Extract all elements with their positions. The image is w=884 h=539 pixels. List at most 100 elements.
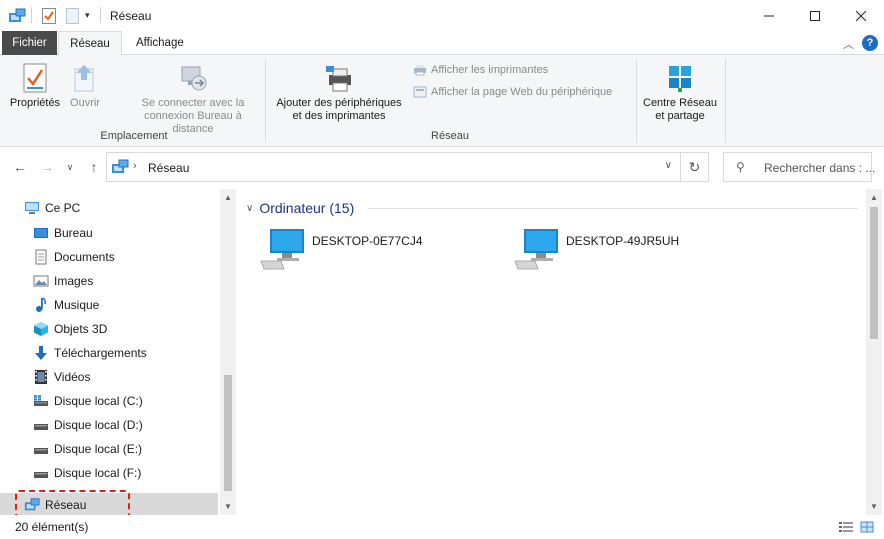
open-label: Ouvrir [70, 97, 100, 109]
group-label-network: Réseau [431, 130, 469, 142]
network-icon [111, 159, 129, 178]
videos-icon [33, 369, 49, 385]
tab-file[interactable]: Fichier [2, 31, 57, 55]
sidebar-item-label: Disque local (C:) [54, 394, 143, 408]
address-dropdown-icon[interactable]: ∨ [665, 160, 672, 171]
sidebar-item-3d-objects[interactable]: Objets 3D [0, 317, 218, 341]
properties-button[interactable]: Propriétés [6, 63, 64, 110]
refresh-button[interactable]: ↻ [681, 152, 709, 182]
drive-c-icon [33, 393, 49, 409]
forward-arrow-icon[interactable]: → [38, 159, 56, 175]
minimize-icon [764, 15, 774, 16]
open-button[interactable]: Ouvrir [66, 63, 104, 110]
downloads-icon [33, 345, 49, 361]
computer-name: DESKTOP-0E77CJ4 [312, 234, 423, 248]
sidebar-item-label: Réseau [45, 498, 87, 512]
new-folder-qa-icon[interactable] [66, 8, 79, 27]
file-list: ∨ Ordinateur (15) DESKTOP-0E77CJ4 DESKTO… [236, 189, 866, 515]
sidebar-item-downloads[interactable]: Téléchargements [0, 341, 218, 365]
sidebar-item-drive-e[interactable]: Disque local (E:) [0, 437, 218, 461]
collapse-ribbon-icon[interactable]: ︿ [843, 36, 854, 52]
properties-qa-icon[interactable] [42, 8, 56, 27]
sidebar-item-label: Disque local (E:) [54, 442, 143, 456]
navigation-pane: Ce PC Bureau Documents Images Musique Ob… [0, 189, 236, 515]
computer-name: DESKTOP-49JR5UH [566, 234, 680, 248]
scroll-up-icon[interactable]: ▲ [866, 193, 882, 202]
show-device-page-label: Afficher la page Web du périphérique [431, 86, 613, 98]
sidebar-item-label: Disque local (F:) [54, 466, 142, 480]
network-icon [24, 497, 40, 513]
scroll-up-icon[interactable]: ▲ [220, 193, 236, 202]
network-center-button[interactable]: Centre Réseau et partage [640, 63, 720, 123]
objects3d-icon [33, 321, 49, 337]
sidebar-item-documents[interactable]: Documents [0, 245, 218, 269]
large-icons-view-icon[interactable] [860, 521, 874, 536]
sidebar-item-music[interactable]: Musique [0, 293, 218, 317]
minimize-button[interactable] [746, 0, 792, 31]
computer-icon [514, 227, 560, 274]
search-placeholder: Rechercher dans : ... [764, 161, 876, 175]
sidebar-item-desktop[interactable]: Bureau [0, 221, 218, 245]
refresh-icon: ↻ [688, 159, 701, 175]
sidebar-item-label: Bureau [54, 226, 93, 240]
help-icon[interactable]: ? [862, 35, 878, 51]
sidebar-item-drive-d[interactable]: Disque local (D:) [0, 413, 218, 437]
show-printers-button[interactable]: Afficher les imprimantes [413, 62, 548, 78]
recent-locations-icon[interactable]: ∨ [61, 162, 79, 173]
properties-label: Propriétés [9, 97, 61, 109]
sidebar-item-videos[interactable]: Vidéos [0, 365, 218, 389]
device-webpage-icon [413, 86, 427, 98]
scroll-down-icon[interactable]: ▼ [220, 502, 236, 511]
drive-icon [33, 465, 49, 481]
status-bar: 20 élément(s) [0, 515, 884, 539]
back-arrow-icon[interactable]: ← [11, 159, 29, 175]
sidebar-item-label: Ce PC [45, 201, 81, 215]
images-icon [33, 273, 49, 289]
list-item[interactable]: DESKTOP-49JR5UH [514, 227, 679, 275]
content-scroll-thumb[interactable] [870, 207, 878, 339]
computer-icon [24, 200, 40, 216]
sidebar-scrollbar[interactable]: ▲ ▼ [220, 189, 236, 515]
ribbon-tabs: Fichier Réseau Affichage ︿ ? [0, 31, 884, 56]
drive-icon [33, 441, 49, 457]
content-scrollbar[interactable]: ▲ ▼ [866, 189, 882, 515]
show-device-page-button[interactable]: Afficher la page Web du périphérique [413, 84, 612, 100]
maximize-button[interactable] [792, 0, 838, 31]
details-view-icon[interactable] [838, 521, 854, 536]
qa-dropdown-icon[interactable]: ▾ [85, 10, 90, 21]
group-divider [368, 208, 858, 209]
search-input[interactable]: ⚲ Rechercher dans : ... [723, 152, 876, 182]
close-icon [856, 10, 866, 21]
scroll-down-icon[interactable]: ▼ [866, 502, 882, 511]
close-button[interactable] [838, 0, 884, 31]
music-icon [33, 297, 49, 313]
ribbon-separator [265, 59, 266, 143]
breadcrumb[interactable]: Réseau [148, 161, 189, 175]
group-header-label: Ordinateur (15) [259, 200, 355, 216]
address-bar[interactable]: › Réseau ∨ [106, 152, 681, 182]
navigation-bar: ← → ∨ ↑ › Réseau ∨ ↻ ⚲ Rechercher dans :… [0, 147, 884, 189]
sidebar-item-images[interactable]: Images [0, 269, 218, 293]
tab-view[interactable]: Affichage [126, 31, 194, 55]
chevron-down-icon[interactable]: ∨ [246, 203, 253, 214]
remote-desktop-label-line1: Se connecter avec la [141, 97, 245, 109]
computer-icon [260, 227, 306, 274]
ribbon: Propriétés Ouvrir Se connecter avec la c… [0, 55, 884, 147]
documents-icon [33, 249, 49, 265]
up-arrow-icon[interactable]: ↑ [85, 159, 103, 175]
ribbon-separator [725, 59, 726, 143]
sidebar-scroll-thumb[interactable] [224, 375, 232, 491]
sidebar-item-network[interactable]: Réseau [0, 493, 218, 515]
tab-network[interactable]: Réseau [58, 31, 122, 56]
sidebar-item-drive-c[interactable]: Disque local (C:) [0, 389, 218, 413]
maximize-icon [810, 10, 820, 21]
add-devices-button[interactable]: Ajouter des périphériques et des imprima… [268, 63, 410, 123]
sidebar-item-this-pc[interactable]: Ce PC [0, 196, 218, 220]
breadcrumb-chevron-icon[interactable]: › [133, 160, 137, 172]
group-header-computers[interactable]: ∨ Ordinateur (15) [246, 200, 354, 216]
sidebar-item-drive-f[interactable]: Disque local (F:) [0, 461, 218, 485]
title-bar: ▾ Réseau [0, 0, 884, 31]
sidebar-item-label: Vidéos [54, 370, 91, 384]
list-item[interactable]: DESKTOP-0E77CJ4 [260, 227, 423, 275]
remote-desktop-button[interactable]: Se connecter avec la connexion Bureau à … [124, 63, 262, 136]
